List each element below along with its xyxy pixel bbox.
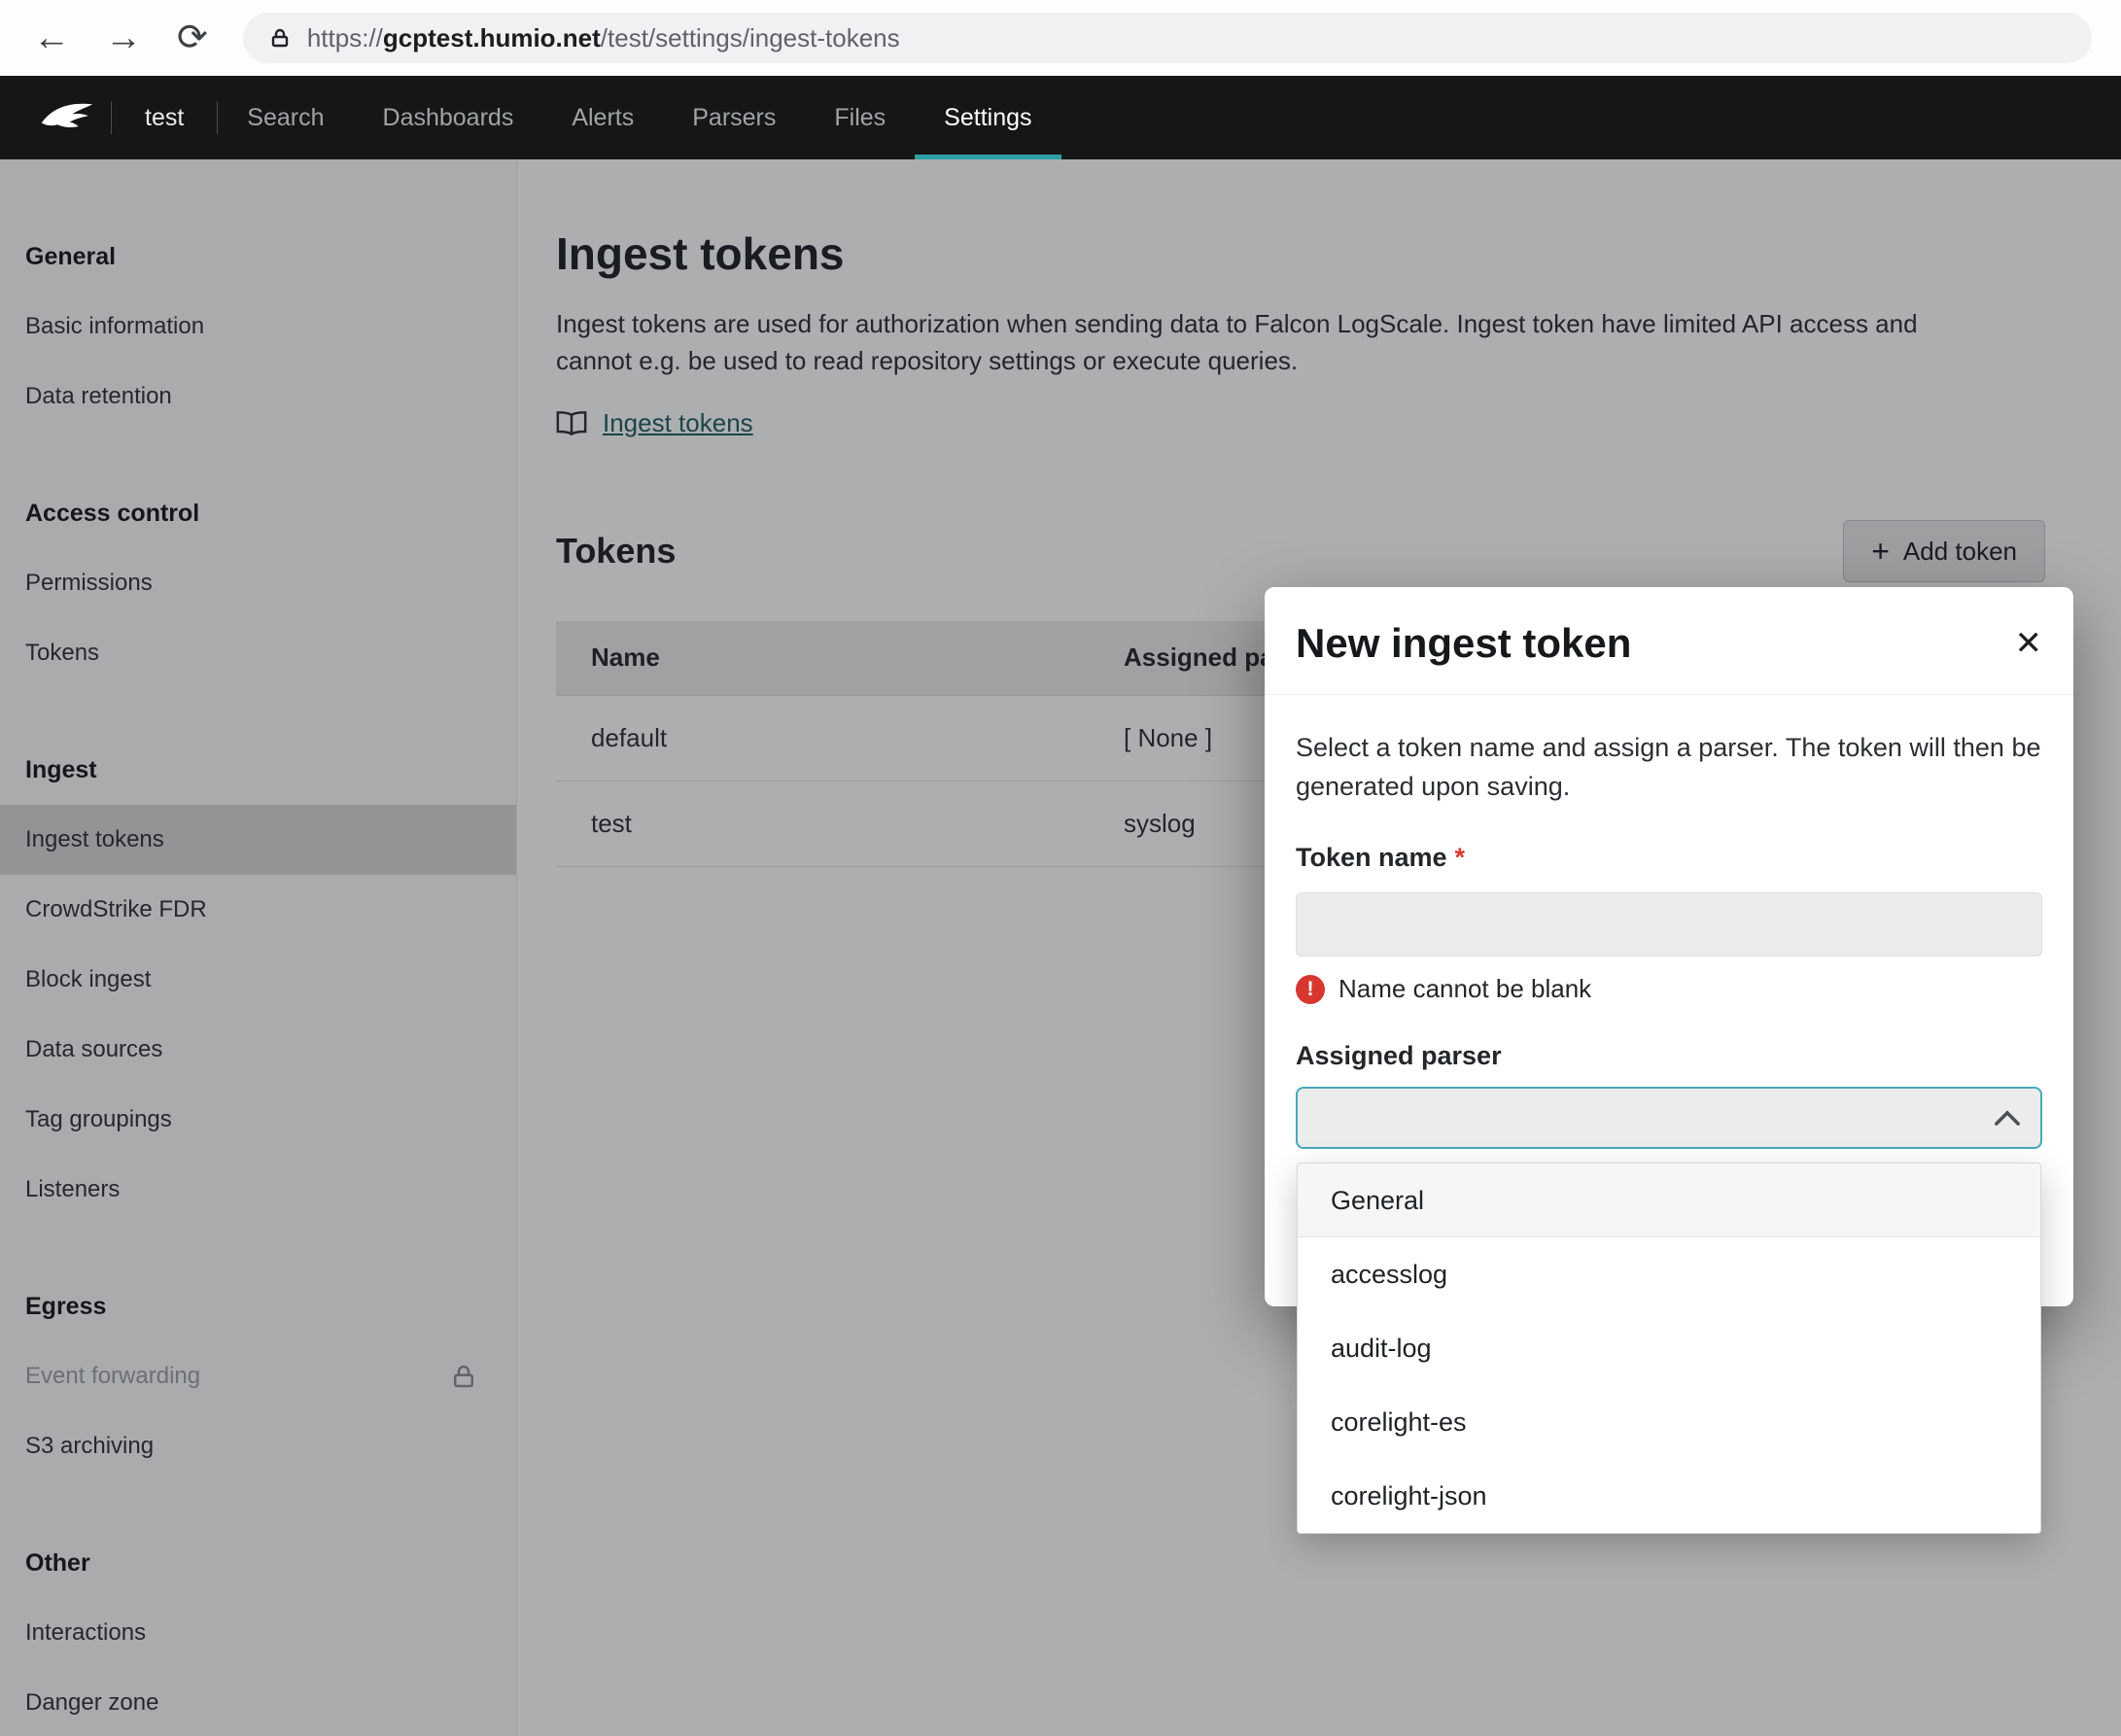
dialog-body: Select a token name and assign a parser.… <box>1265 695 2073 1149</box>
dropdown-option-corelight-json[interactable]: corelight-json <box>1298 1459 2040 1533</box>
parser-combobox[interactable] <box>1296 1087 2042 1149</box>
url-scheme: https:// <box>307 23 383 52</box>
required-asterisk: * <box>1455 843 1466 873</box>
crowdstrike-logo[interactable] <box>23 76 111 159</box>
page: ← → ⟳ https://gcptest.humio.net/test/set… <box>0 0 2121 1736</box>
error-icon: ! <box>1296 975 1325 1004</box>
dropdown-group-general: General <box>1298 1163 2040 1237</box>
assigned-parser-label: Assigned parser <box>1296 1041 2042 1071</box>
dialog-description: Select a token name and assign a parser.… <box>1296 728 2042 806</box>
nav-tab-search[interactable]: Search <box>218 76 353 159</box>
browser-forward-button[interactable]: → <box>105 19 142 56</box>
token-name-input[interactable] <box>1296 892 2042 956</box>
assigned-parser-label-text: Assigned parser <box>1296 1041 1502 1071</box>
dropdown-option-accesslog[interactable]: accesslog <box>1298 1237 2040 1311</box>
dropdown-option-audit-log[interactable]: audit-log <box>1298 1311 2040 1385</box>
validation-error: ! Name cannot be blank <box>1296 974 2042 1004</box>
falcon-icon <box>39 99 95 136</box>
browser-back-button[interactable]: ← <box>33 19 70 56</box>
chevron-up-icon <box>1994 1110 2021 1127</box>
token-name-label: Token name * <box>1296 843 2042 873</box>
tls-lock-icon[interactable] <box>268 26 292 50</box>
dialog-title: New ingest token <box>1296 620 1631 667</box>
close-icon[interactable]: ✕ <box>2015 627 2043 660</box>
nav-tab-dashboards[interactable]: Dashboards <box>354 76 543 159</box>
top-nav: test Search Dashboards Alerts Parsers Fi… <box>0 76 2121 159</box>
url-text: https://gcptest.humio.net/test/settings/… <box>307 23 900 53</box>
nav-tab-alerts[interactable]: Alerts <box>542 76 663 159</box>
browser-chrome: ← → ⟳ https://gcptest.humio.net/test/set… <box>0 0 2121 76</box>
dropdown-option-corelight-es[interactable]: corelight-es <box>1298 1385 2040 1459</box>
error-message: Name cannot be blank <box>1339 974 1591 1004</box>
repository-name[interactable]: test <box>112 76 217 159</box>
url-path: /test/settings/ingest-tokens <box>601 23 900 52</box>
nav-tab-files[interactable]: Files <box>805 76 915 159</box>
nav-tab-parsers[interactable]: Parsers <box>663 76 805 159</box>
address-bar[interactable]: https://gcptest.humio.net/test/settings/… <box>243 13 2092 63</box>
nav-tab-settings[interactable]: Settings <box>915 76 1060 159</box>
dialog-header: New ingest token ✕ <box>1265 587 2073 695</box>
url-host: gcptest.humio.net <box>383 23 601 52</box>
parser-dropdown: General accesslog audit-log corelight-es… <box>1297 1163 2041 1534</box>
browser-reload-button[interactable]: ⟳ <box>177 19 208 56</box>
token-name-label-text: Token name <box>1296 843 1447 873</box>
